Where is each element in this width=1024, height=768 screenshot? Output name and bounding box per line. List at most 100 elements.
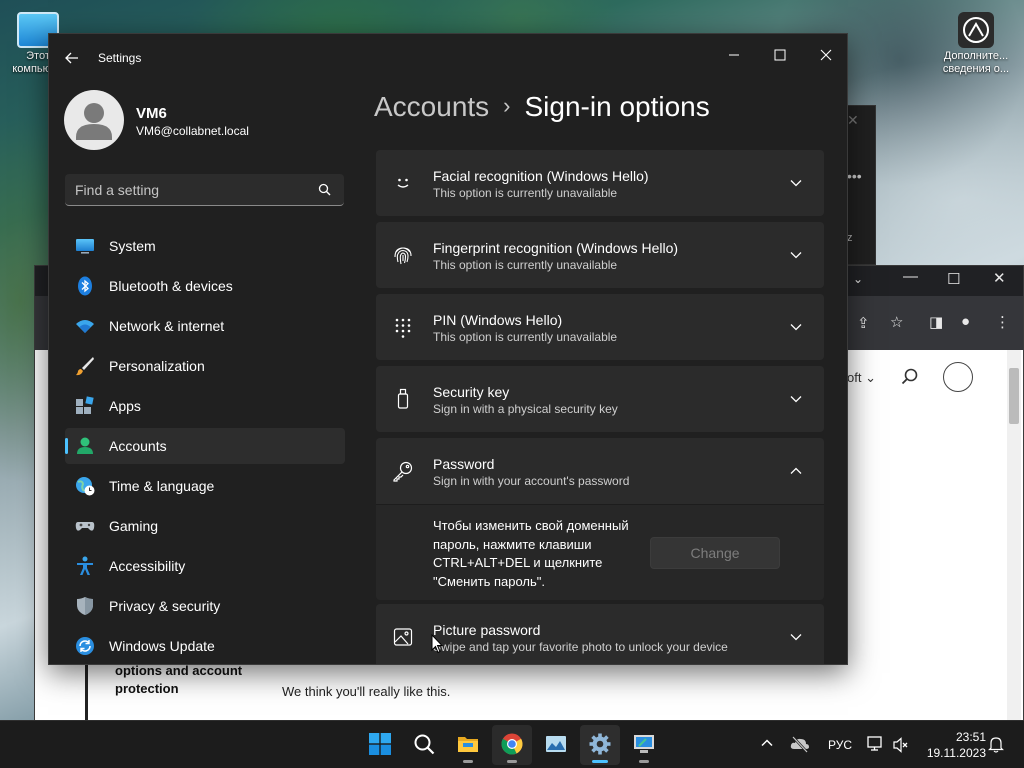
sidebar-item-system[interactable]: System: [65, 228, 345, 264]
page-menu-link[interactable]: oft ⌄: [847, 370, 876, 386]
taskbar: РУС 23:51 19.11.2023: [0, 720, 1024, 768]
breadcrumb-separator: ›: [503, 93, 511, 118]
more-icon[interactable]: •••: [847, 168, 862, 184]
person-icon: [75, 436, 95, 456]
bookmark-star-icon[interactable]: ☆: [890, 313, 903, 331]
page-body-text: We think you'll really like this.: [282, 684, 451, 699]
option-title: Security key: [433, 384, 510, 400]
option-picture-password[interactable]: Picture password Swipe and tap your favo…: [376, 604, 824, 664]
notification-bell-icon[interactable]: [988, 736, 1004, 768]
show-hidden-icons-chevron-up-icon[interactable]: [760, 736, 774, 768]
apps-icon: [75, 396, 95, 416]
sidebar-nav: System Bluetooth & devices Network & int…: [65, 228, 345, 664]
photos-icon: [545, 733, 567, 755]
taskbar-search-button[interactable]: [404, 725, 444, 765]
app-title: Settings: [98, 51, 142, 65]
tab-dropdown-icon[interactable]: ⌄: [853, 272, 863, 286]
maximize-button[interactable]: [757, 40, 803, 70]
option-pin[interactable]: PIN (Windows Hello) This option is curre…: [376, 294, 824, 360]
search-icon[interactable]: [318, 183, 331, 201]
close-button[interactable]: [803, 40, 847, 70]
page-scrollbar[interactable]: [1007, 350, 1021, 720]
side-panel-icon[interactable]: ◨: [929, 313, 943, 331]
sidebar-item-time-language[interactable]: Time & language: [65, 468, 345, 504]
cloud-offline-icon[interactable]: [790, 735, 810, 768]
search-input[interactable]: [75, 180, 305, 200]
scrollbar-thumb[interactable]: [1009, 368, 1019, 424]
chevron-up-icon[interactable]: [789, 464, 803, 478]
profile-name: VM6: [136, 105, 167, 122]
clock-date: 19.11.2023: [926, 746, 986, 760]
chevron-down-icon[interactable]: [789, 320, 803, 334]
sidebar-item-windows-update[interactable]: Windows Update: [65, 628, 345, 664]
running-indicator: [507, 760, 517, 763]
taskbar-settings[interactable]: [580, 725, 620, 765]
minimize-icon[interactable]: —: [903, 268, 918, 285]
sidebar-item-accounts[interactable]: Accounts: [65, 428, 345, 464]
search-icon[interactable]: [901, 368, 919, 391]
chevron-down-icon[interactable]: [789, 630, 803, 644]
sidebar-item-label: Apps: [109, 398, 141, 414]
page-side-heading: options and account protection: [115, 663, 243, 696]
chevron-down-icon[interactable]: [789, 392, 803, 406]
profile-avatar[interactable]: [64, 90, 124, 150]
sidebar-item-personalization[interactable]: Personalization: [65, 348, 345, 384]
network-icon[interactable]: [866, 735, 884, 768]
share-icon[interactable]: ⇪: [857, 314, 870, 332]
sidebar-item-network[interactable]: Network & internet: [65, 308, 345, 344]
settings-search[interactable]: [65, 174, 344, 206]
taskbar-chrome[interactable]: [492, 725, 532, 765]
volume-muted-icon[interactable]: [892, 736, 910, 768]
chevron-down-icon[interactable]: [789, 248, 803, 262]
maximize-icon[interactable]: ☐: [947, 270, 960, 288]
running-indicator: [463, 760, 473, 763]
option-subtitle: This option is currently unavailable: [433, 330, 618, 344]
keypad-icon: [392, 316, 414, 338]
sidebar-item-privacy[interactable]: Privacy & security: [65, 588, 345, 624]
gamepad-icon: [75, 516, 95, 536]
option-title: PIN (Windows Hello): [433, 312, 563, 328]
account-avatar-icon[interactable]: [943, 362, 973, 392]
sidebar-item-apps[interactable]: Apps: [65, 388, 345, 424]
close-icon[interactable]: ✕: [993, 269, 1006, 287]
option-title: Facial recognition (Windows Hello): [433, 168, 649, 184]
input-language-indicator[interactable]: РУС: [828, 738, 852, 768]
profile-email: VM6@collabnet.local: [136, 124, 249, 138]
option-facial-recognition[interactable]: Facial recognition (Windows Hello) This …: [376, 150, 824, 216]
option-fingerprint[interactable]: Fingerprint recognition (Windows Hello) …: [376, 222, 824, 288]
option-subtitle: Sign in with your account's password: [433, 474, 630, 488]
sidebar-item-bluetooth[interactable]: Bluetooth & devices: [65, 268, 345, 304]
folder-icon: [457, 733, 479, 755]
start-button[interactable]: [360, 725, 400, 765]
wifi-icon: [75, 316, 95, 336]
sidebar-item-gaming[interactable]: Gaming: [65, 508, 345, 544]
option-subtitle: Sign in with a physical security key: [433, 402, 618, 416]
back-button[interactable]: [59, 48, 85, 68]
menu-dots-icon[interactable]: ⋮: [995, 313, 1010, 331]
taskbar-file-explorer[interactable]: [448, 725, 488, 765]
taskbar-clock[interactable]: 23:51 19.11.2023: [910, 729, 986, 761]
taskbar-remote-desktop[interactable]: [624, 725, 664, 765]
brush-icon: [75, 356, 95, 376]
option-password[interactable]: Password Sign in with your account's pas…: [376, 438, 824, 504]
breadcrumb-parent[interactable]: Accounts: [374, 91, 489, 122]
minimize-button[interactable]: [711, 40, 757, 70]
mouse-cursor-icon: [431, 633, 444, 659]
running-indicator: [639, 760, 649, 763]
chevron-down-icon[interactable]: [789, 176, 803, 190]
sidebar-item-accessibility[interactable]: Accessibility: [65, 548, 345, 584]
settings-titlebar[interactable]: Settings: [49, 34, 847, 82]
desktop-icon-label: Дополните... сведения о...: [942, 50, 1010, 75]
desktop-icon-info[interactable]: Дополните... сведения о...: [938, 12, 1014, 76]
change-password-button[interactable]: Change: [650, 537, 780, 569]
option-subtitle: This option is currently unavailable: [433, 258, 618, 272]
close-icon[interactable]: ✕: [847, 112, 859, 129]
key-icon: [392, 460, 414, 482]
profile-icon[interactable]: ●: [961, 313, 970, 330]
settings-window: Settings VM6 VM6@collabnet.local System: [48, 33, 848, 665]
globe-clock-icon: [75, 476, 95, 496]
taskbar-photos[interactable]: [536, 725, 576, 765]
option-security-key[interactable]: Security key Sign in with a physical sec…: [376, 366, 824, 432]
monitor-icon: [75, 236, 95, 256]
sidebar-item-label: Accessibility: [109, 558, 186, 574]
